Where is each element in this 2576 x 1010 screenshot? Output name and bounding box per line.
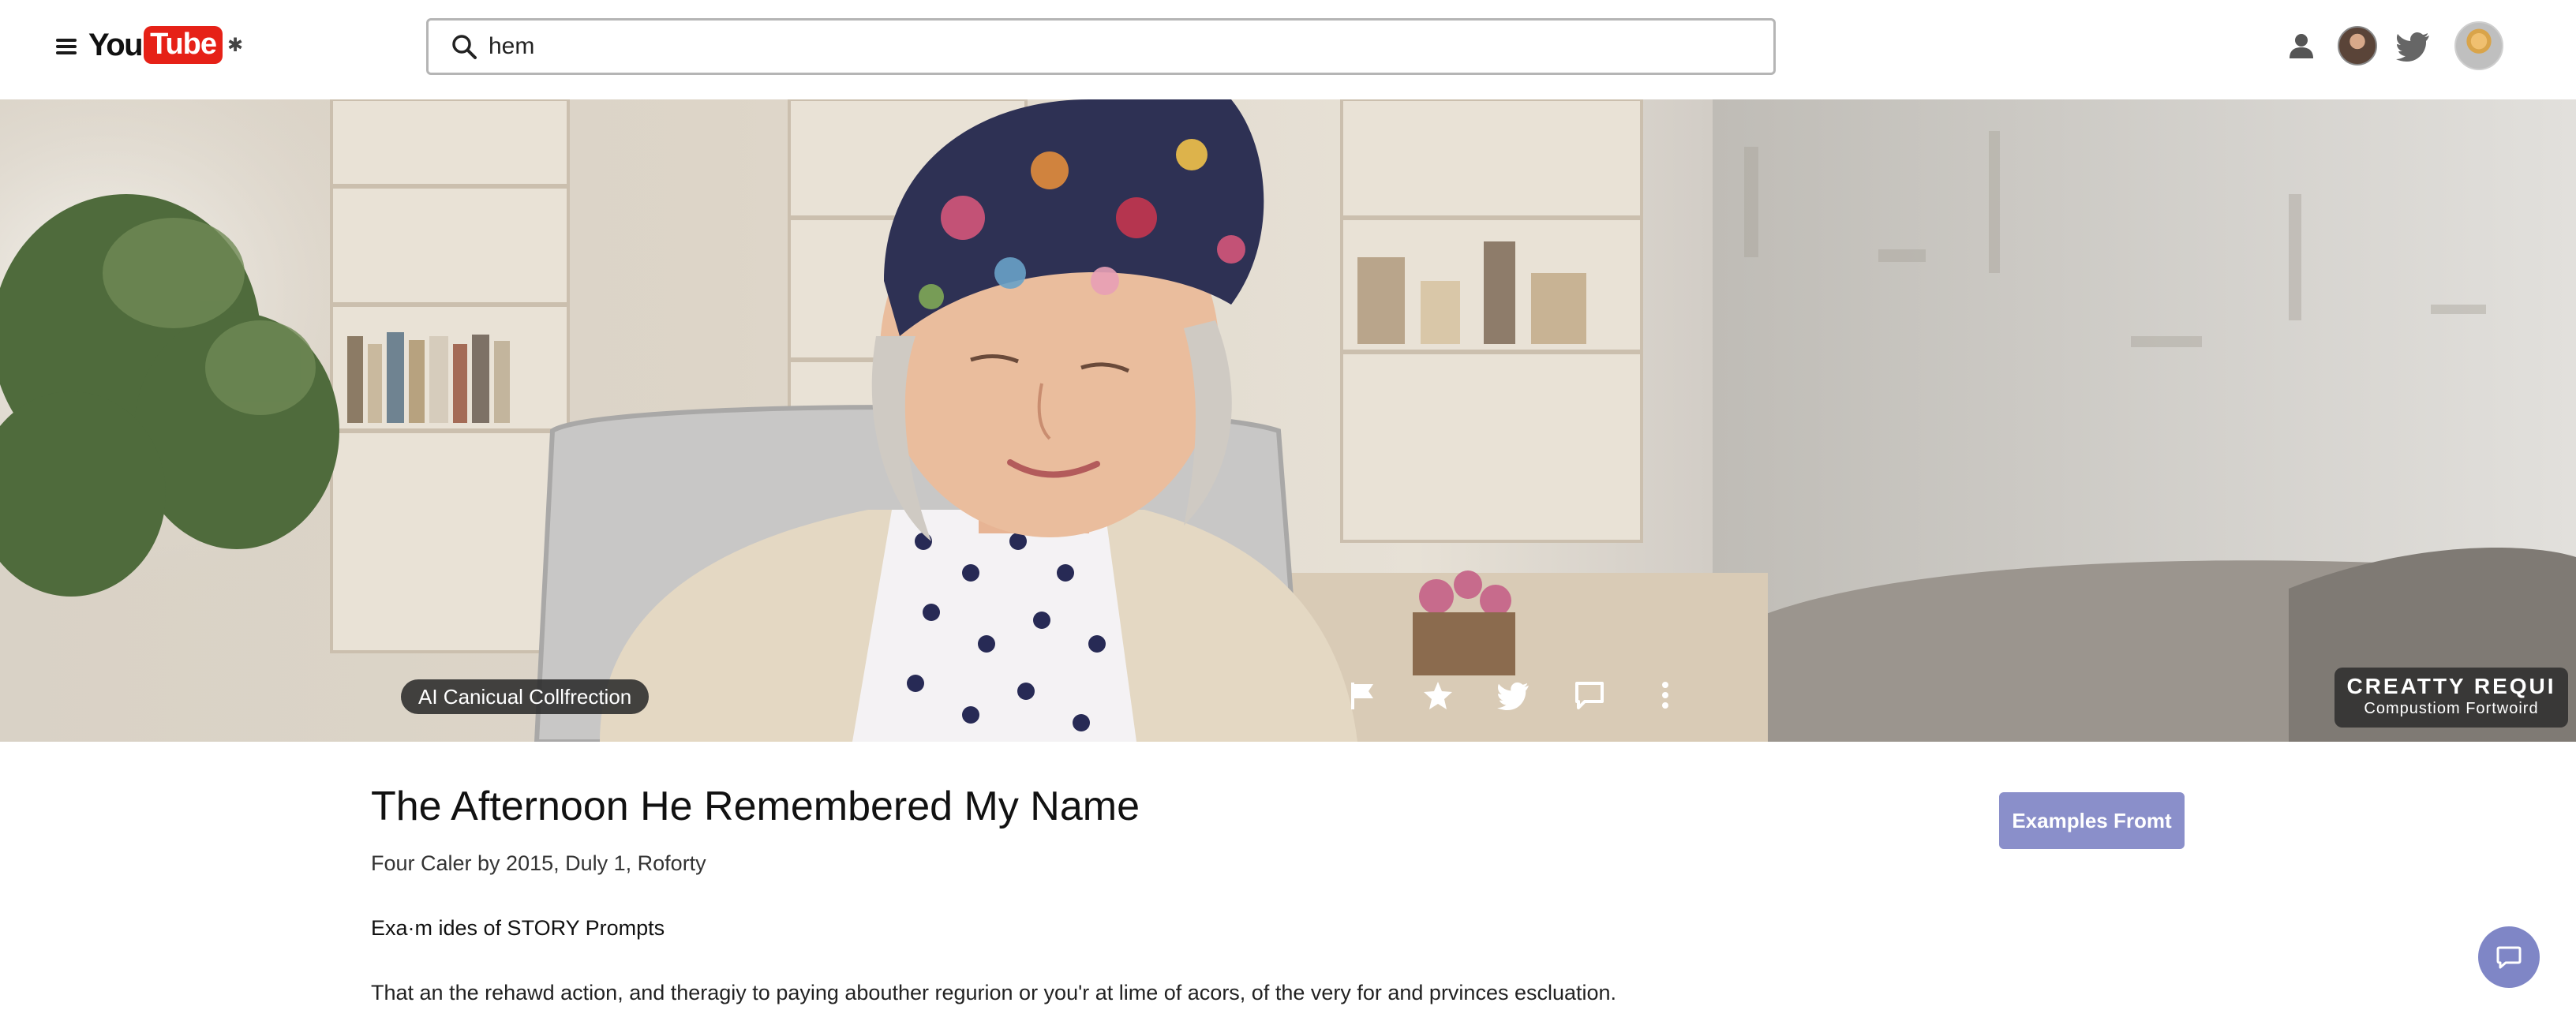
search-bar: [426, 18, 1776, 75]
hero-category-tag[interactable]: AI Canicual Collfrection: [401, 679, 650, 714]
star-icon[interactable]: [1417, 675, 1458, 716]
article-body: That an the rehawd action, and theragiy …: [371, 981, 1617, 1004]
badge-subtitle: Compustiom Fortwoird: [2364, 700, 2539, 717]
flag-icon[interactable]: [1342, 675, 1383, 716]
hero-banner: AI Canicual Collfrection CREATTY REQUI C…: [0, 99, 2576, 742]
badge-title: CREATTY REQUI: [2346, 674, 2556, 698]
account-avatar[interactable]: [2454, 21, 2503, 70]
chat-button[interactable]: [2478, 926, 2540, 988]
chat-icon: [2496, 946, 2522, 969]
comment-icon[interactable]: [1569, 675, 1610, 716]
page-title: The Afternoon He Remembered My Name: [371, 784, 1140, 829]
bird-icon[interactable]: [2396, 30, 2431, 62]
hero-badge[interactable]: CREATTY REQUI Compustiom Fortwoird: [2334, 668, 2568, 728]
logo-you-text: You: [88, 27, 144, 62]
search-input[interactable]: [489, 28, 1735, 65]
search-icon[interactable]: [451, 33, 477, 60]
examples-button[interactable]: Examples Fromt: [1999, 792, 2185, 849]
bird-icon[interactable]: [1493, 675, 1534, 716]
section-heading: Exa·m ides of STORY Prompts: [371, 916, 665, 940]
user-avatar[interactable]: [2338, 26, 2377, 65]
person-icon[interactable]: [2286, 30, 2317, 62]
hero-action-bar: [1342, 668, 1720, 723]
top-bar: You Tube ✱: [0, 0, 2576, 99]
more-vertical-icon[interactable]: [1645, 675, 1686, 716]
hamburger-menu-icon[interactable]: [47, 30, 87, 63]
logo-tube-text: Tube: [144, 26, 223, 64]
logo-mark-icon: ✱: [227, 34, 244, 56]
hero-image: [0, 99, 2576, 742]
article-meta: Four Caler by 2015, Duly 1, Roforty: [371, 851, 706, 875]
youtube-logo[interactable]: You Tube ✱: [88, 25, 243, 65]
